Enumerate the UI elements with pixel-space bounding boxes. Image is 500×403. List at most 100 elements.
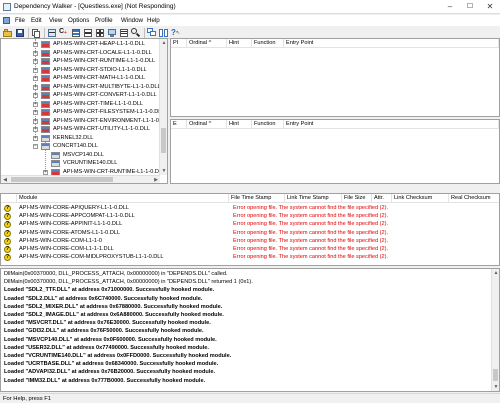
app-icon[interactable]: [3, 3, 11, 11]
tree-item[interactable]: − CONCRT140.DLL: [1, 142, 161, 151]
col-function[interactable]: Function: [252, 39, 284, 48]
log-line: Loaded "GDI32.DLL" at address 0x76F50000…: [4, 328, 204, 335]
save-icon[interactable]: [15, 28, 25, 38]
tree-item[interactable]: + API-MS-WIN-CRT-HEAP-L1-1-0.DLL: [1, 40, 161, 49]
col-entry-point[interactable]: Entry Point: [284, 120, 499, 129]
module-row[interactable]: ? API-MS-WIN-CORE-APPINIT-L1-1-0.DLL Error…: [1, 220, 499, 229]
log-line: Loaded "SDL2_IMAGE.DLL" at address 0x6A8…: [4, 312, 224, 318]
tree-item[interactable]: + KERNEL32.DLL: [1, 134, 161, 143]
expand-node-button[interactable]: +: [33, 135, 38, 141]
full-paths-icon[interactable]: [47, 28, 57, 38]
log-line: DllMain(0x00370000, DLL_PROCESS_ATTACH, …: [4, 279, 253, 286]
undecorate-icon[interactable]: C +: [59, 28, 69, 38]
col-function[interactable]: Function: [252, 120, 284, 129]
find-icon[interactable]: [131, 28, 141, 38]
maximize-button[interactable]: ☐: [460, 0, 480, 14]
col-module[interactable]: Module: [17, 194, 229, 203]
log-line: Loaded "MSVCRT.DLL" at address 0x76E3000…: [4, 320, 211, 327]
tree-item[interactable]: + API-MS-WIN-CRT-CONVERT-L1-1-0.DLL: [1, 91, 161, 100]
tree-item-label: VCRUNTIME140.DLL: [63, 160, 118, 166]
expand-node-button[interactable]: +: [43, 169, 48, 175]
col-link-time-stamp[interactable]: Link Time Stamp: [285, 194, 342, 203]
tree-item[interactable]: MSVCP140.DLL: [1, 151, 161, 160]
col-icon[interactable]: [1, 194, 17, 203]
menu-options[interactable]: Options: [68, 17, 89, 24]
menu-bar: File Edit View Options Profile Window He…: [0, 15, 500, 26]
col-attr[interactable]: Attr.: [372, 194, 392, 203]
tree-item[interactable]: + API-MS-WIN-CRT-FILESYSTEM-L1-1-0.DLL: [1, 108, 164, 117]
tree-item-label: KERNEL32.DLL: [53, 134, 94, 141]
cascade-icon[interactable]: [147, 28, 157, 38]
module-row[interactable]: ? API-MS-WIN-CORE-APPCOMPAT-L1-1-0.DLL Err…: [1, 212, 499, 221]
module-row[interactable]: ? API-MS-WIN-CORE-ATOMS-L1-1-0.DLL Error o…: [1, 229, 499, 237]
expand-node-button[interactable]: +: [33, 110, 38, 115]
col-e[interactable]: E: [171, 120, 187, 129]
warning-icon: ?: [4, 213, 11, 221]
copy-icon[interactable]: [31, 28, 41, 38]
expand-node-button[interactable]: +: [33, 76, 38, 81]
system-info-icon[interactable]: [107, 28, 117, 38]
tree-horizontal-scrollbar[interactable]: ◀ ▶: [1, 175, 160, 183]
tree-item[interactable]: + API-MS-WIN-CRT-STDIO-L1-1-0.DLL: [1, 66, 161, 75]
col-pi[interactable]: PI: [171, 39, 187, 48]
help-icon[interactable]: ? ↖: [171, 28, 181, 38]
col-file-size[interactable]: File Size: [342, 194, 372, 203]
module-row[interactable]: ? API-MS-WIN-CORE-COM-L1-1-1.DLL Error ope…: [1, 245, 499, 253]
minimize-button[interactable]: –: [440, 0, 460, 14]
menu-file[interactable]: File: [15, 17, 25, 24]
log-vertical-scrollbar[interactable]: ▲ ▼: [491, 269, 499, 391]
col-real-checksum[interactable]: Real Checksum: [449, 194, 499, 203]
menu-view[interactable]: View: [49, 17, 62, 24]
menu-edit[interactable]: Edit: [31, 17, 42, 24]
tree-item[interactable]: + API-MS-WIN-CRT-TIME-L1-1-0.DLL: [1, 100, 161, 109]
expand-node-button[interactable]: +: [33, 67, 38, 73]
properties-icon[interactable]: [119, 28, 129, 38]
col-file-time-stamp[interactable]: File Time Stamp: [229, 194, 285, 203]
col-entry-point[interactable]: Entry Point: [284, 39, 499, 48]
module-row[interactable]: ? API-MS-WIN-CORE-COM-L1-1-0 Error opening…: [1, 237, 499, 245]
menu-profile[interactable]: Profile: [95, 17, 113, 24]
expand-node-button[interactable]: +: [33, 42, 38, 47]
expand-node-button[interactable]: +: [33, 93, 38, 98]
tree-item[interactable]: + API-MS-WIN-CRT-ENVIRONMENT-L1-1-0.DLL: [1, 117, 167, 126]
tree-item[interactable]: + API-MS-WIN-CRT-UTILITY-L1-1-0.DLL: [1, 125, 161, 134]
title-bar: Dependency Walker - [Questless.exe] (Not…: [0, 0, 500, 14]
col-link-checksum[interactable]: Link Checksum: [392, 194, 449, 203]
tile-icon[interactable]: [159, 28, 169, 38]
col-hint[interactable]: Hint: [227, 39, 252, 48]
expand-node-button[interactable]: +: [33, 118, 38, 124]
expand-node-button[interactable]: +: [33, 84, 38, 90]
tree-vertical-scrollbar[interactable]: ▲ ▼: [159, 39, 167, 175]
col-ordinal[interactable]: Ordinal ^: [187, 39, 227, 48]
tree-item[interactable]: + API-MS-WIN-CRT-MATH-L1-1-0.DLL: [1, 74, 161, 83]
open-folder-icon[interactable]: [3, 28, 13, 38]
collapse-node-button[interactable]: −: [33, 144, 38, 149]
collapse-icon[interactable]: [83, 28, 93, 38]
tree-item-label: API-MS-WIN-CRT-MULTIBYTE-L1-1-0.DLL: [53, 83, 161, 90]
module-row[interactable]: ? API-MS-WIN-CORE-APIQUERY-L1-1-0.DLL Erro…: [1, 204, 499, 212]
tree-item[interactable]: VCRUNTIME140.DLL: [1, 159, 161, 168]
expand-node-button[interactable]: +: [33, 59, 38, 64]
module-tree-icon[interactable]: [71, 28, 81, 38]
expand-node-button[interactable]: +: [33, 127, 38, 132]
expand-node-button[interactable]: +: [33, 101, 38, 107]
missing-module-icon: [41, 83, 50, 91]
exports-pane[interactable]: E Ordinal ^ Hint Function Entry Point: [170, 119, 500, 184]
module-list-pane[interactable]: Module File Time Stamp Link Time Stamp F…: [0, 193, 500, 266]
close-button[interactable]: ✕: [480, 0, 500, 14]
col-ordinal[interactable]: Ordinal ^: [187, 120, 227, 129]
tree-item[interactable]: + API-MS-WIN-CRT-RUNTIME-L1-1-0.DLL: [1, 57, 161, 66]
col-hint[interactable]: Hint: [227, 120, 252, 129]
tree-item[interactable]: + API-MS-WIN-CRT-MULTIBYTE-L1-1-0.DLL: [1, 83, 161, 92]
module-tree-pane[interactable]: + API-MS-WIN-CRT-HEAP-L1-1-0.DLL + API-MS-W…: [0, 38, 168, 184]
parent-imports-pane[interactable]: PI Ordinal ^ Hint Function Entry Point: [170, 38, 500, 117]
tree-item[interactable]: + API-MS-WIN-CRT-LOCALE-L1-1-0.DLL: [1, 49, 161, 58]
menu-window[interactable]: Window: [121, 17, 143, 24]
log-pane[interactable]: DllMain(0x00370000, DLL_PROCESS_ATTACH, …: [0, 268, 500, 392]
menu-help[interactable]: Help: [147, 17, 160, 24]
document-icon[interactable]: [3, 17, 10, 24]
expand-node-button[interactable]: +: [33, 50, 38, 56]
log-line: Loaded "ADVAPI32.DLL" at address 0x76B20…: [4, 369, 215, 376]
expand-icon[interactable]: [95, 28, 105, 38]
module-row[interactable]: ? API-MS-WIN-CORE-COM-MIDLPROXYSTUB-L1-1-…: [1, 253, 499, 262]
